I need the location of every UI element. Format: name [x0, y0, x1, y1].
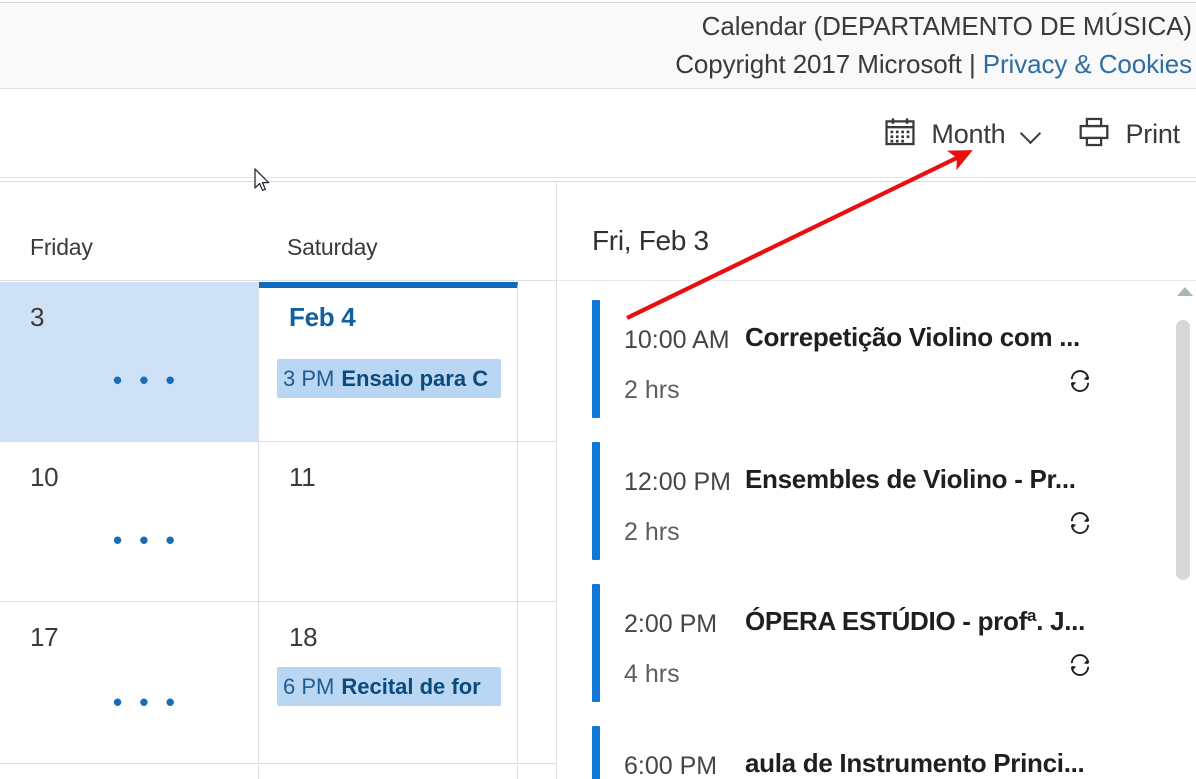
agenda-date-title: Fri, Feb 3 — [592, 225, 709, 256]
recurring-icon — [1065, 650, 1095, 680]
day-header-saturday: Saturday — [287, 234, 378, 260]
event-title: aula de Instrumento Princi... — [745, 748, 1085, 778]
calendar-page: Calendar (DEPARTAMENTO DE MÚSICA) Copyri… — [0, 0, 1196, 779]
footer-legal: Copyright 2017 Microsoft | Privacy & Coo… — [0, 45, 1192, 83]
recurring-icon — [1065, 508, 1095, 538]
event-chip-time: 3 PM — [283, 365, 335, 391]
day-number: 3 — [30, 302, 45, 332]
more-events-dots[interactable]: • • • — [113, 367, 180, 393]
agenda-event-list: 10:00 AM 2 hrs Correpetição Violino com … — [557, 282, 1196, 779]
agenda-panel: Fri, Feb 3 10:00 AM 2 hrs Correpetição V… — [556, 181, 1196, 779]
event-chip-time: 6 PM — [283, 673, 335, 699]
calendar-day-cell-partial[interactable] — [518, 282, 556, 441]
mouse-cursor — [254, 168, 270, 192]
calendar-day-cell[interactable]: 18 6 PM Recital de for — [259, 602, 518, 763]
printer-icon — [1077, 115, 1111, 154]
event-time: 2:00 PM — [624, 610, 718, 638]
copyright-text: Copyright 2017 Microsoft — [675, 49, 962, 79]
agenda-scrollbar[interactable] — [1172, 282, 1196, 779]
calendar-event-chip[interactable]: 3 PM Ensaio para C — [277, 359, 501, 398]
calendar-week-row — [0, 765, 556, 779]
event-accent-bar — [592, 726, 600, 779]
event-duration: 4 hrs — [624, 660, 680, 688]
calendar-day-cell[interactable]: 11 • • • — [259, 442, 518, 601]
event-time: 6:00 PM — [624, 752, 718, 779]
event-chip-title: Recital de for — [341, 673, 481, 699]
agenda-event-item[interactable]: 6:00 PM aula de Instrumento Princi... — [557, 714, 1157, 779]
command-bar-actions: Month Print — [883, 90, 1180, 178]
agenda-event-item[interactable]: 10:00 AM 2 hrs Correpetição Violino com … — [557, 288, 1157, 428]
calendar-event-chip[interactable]: 6 PM Recital de for — [277, 667, 501, 706]
day-number: 17 — [30, 622, 59, 652]
more-events-dots[interactable]: • • • — [113, 527, 180, 553]
day-number: 11 — [289, 462, 316, 492]
event-accent-bar — [592, 442, 600, 560]
event-duration: 2 hrs — [624, 518, 680, 546]
calendar-week-row: 17 • • • 18 6 PM Recital de for — [0, 602, 556, 764]
event-chip-title: Ensaio para C — [341, 365, 489, 391]
calendar-day-cell-partial[interactable] — [518, 765, 556, 779]
view-switcher-button[interactable]: Month — [883, 115, 1043, 154]
agenda-header: Fri, Feb 3 — [557, 182, 1196, 281]
day-header-row: Friday Saturday — [0, 182, 556, 281]
scroll-up-arrow-icon[interactable] — [1177, 287, 1193, 296]
privacy-cookies-link[interactable]: Privacy & Cookies — [983, 49, 1192, 79]
event-title: Ensembles de Violino - Pr... — [745, 464, 1076, 494]
agenda-event-item[interactable]: 12:00 PM 2 hrs Ensembles de Violino - Pr… — [557, 430, 1157, 570]
calendar-icon — [883, 115, 917, 154]
event-time: 12:00 PM — [624, 468, 732, 496]
legal-separator: | — [961, 49, 983, 79]
calendar-day-cell[interactable]: 10 • • • — [0, 442, 259, 601]
day-header-friday: Friday — [30, 234, 93, 260]
event-duration: 2 hrs — [624, 376, 680, 404]
command-bar: Month Print — [0, 90, 1196, 178]
view-switcher-label: Month — [931, 118, 1006, 149]
print-label: Print — [1125, 118, 1180, 149]
calendar-day-cell[interactable]: 3 • • • — [0, 282, 259, 441]
calendar-week-row: 3 • • • Feb 4 3 PM Ensaio para C — [0, 282, 556, 442]
agenda-event-item[interactable]: 2:00 PM 4 hrs ÓPERA ESTÚDIO - profª. J..… — [557, 572, 1157, 712]
day-number: 10 — [30, 462, 59, 492]
scrollbar-thumb[interactable] — [1176, 320, 1190, 580]
event-accent-bar — [592, 584, 600, 702]
event-title: Correpetição Violino com ... — [745, 322, 1080, 352]
calendar-week-row: 10 • • • 11 • • • — [0, 442, 556, 602]
calendar-day-cell-partial[interactable] — [518, 602, 556, 763]
recurring-icon — [1065, 366, 1095, 396]
app-title: Calendar (DEPARTAMENTO DE MÚSICA) — [701, 11, 1192, 41]
calendar-day-cell-today[interactable]: Feb 4 3 PM Ensaio para C — [259, 282, 518, 441]
more-events-dots[interactable]: • • • — [113, 689, 180, 715]
event-title: ÓPERA ESTÚDIO - profª. J... — [745, 606, 1086, 636]
calendar-day-cell-partial[interactable] — [518, 442, 556, 601]
event-accent-bar — [592, 300, 600, 418]
masthead: Calendar (DEPARTAMENTO DE MÚSICA) Copyri… — [0, 2, 1196, 89]
calendar-day-cell[interactable]: 17 • • • — [0, 602, 259, 763]
day-number: 18 — [289, 622, 318, 652]
day-number: Feb 4 — [289, 302, 356, 332]
chevron-down-icon[interactable] — [1021, 123, 1043, 145]
print-button[interactable]: Print — [1077, 115, 1180, 154]
event-time: 10:00 AM — [624, 326, 730, 354]
calendar-grid: Friday Saturday 3 • • • Feb 4 3 PM Ensai… — [0, 181, 556, 779]
calendar-day-cell[interactable] — [259, 765, 518, 779]
calendar-day-cell[interactable] — [0, 765, 259, 779]
